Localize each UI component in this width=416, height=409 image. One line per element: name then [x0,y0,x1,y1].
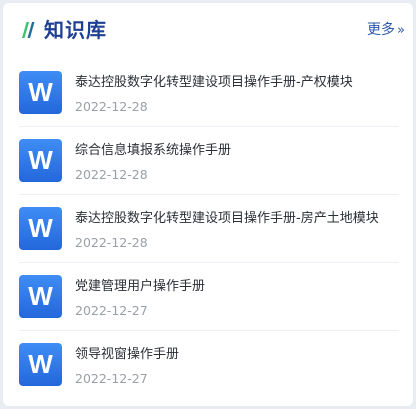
double-slash-icon [22,22,35,38]
document-date: 2022-12-27 [75,303,148,318]
list-item[interactable]: W 综合信息填报系统操作手册 2022-12-28 [3,127,413,195]
document-title[interactable]: 综合信息填报系统操作手册 [75,142,403,160]
document-date: 2022-12-28 [75,99,148,114]
document-title[interactable]: 泰达控股数字化转型建设项目操作手册-房产土地模块 [75,210,403,228]
knowledge-base-card: 知识库 更多» W 泰达控股数字化转型建设项目操作手册-产权模块 2022-12… [3,3,413,406]
card-header: 知识库 更多» [3,3,413,59]
document-title[interactable]: 领导视窗操作手册 [75,346,403,364]
word-doc-icon: W [19,275,62,318]
document-date: 2022-12-27 [75,371,148,386]
document-title[interactable]: 党建管理用户操作手册 [75,278,403,296]
document-date: 2022-12-28 [75,167,148,182]
list-item[interactable]: W 泰达控股数字化转型建设项目操作手册-产权模块 2022-12-28 [3,59,413,127]
list-item[interactable]: W 领导视窗操作手册 2022-12-27 [3,331,413,399]
word-doc-icon: W [19,207,62,250]
word-doc-icon: W [19,139,62,182]
more-label: 更多 [367,22,396,38]
document-title[interactable]: 泰达控股数字化转型建设项目操作手册-产权模块 [75,74,403,92]
document-date: 2022-12-28 [75,235,148,250]
document-list: W 泰达控股数字化转型建设项目操作手册-产权模块 2022-12-28 W 综合… [3,59,413,399]
double-chevron-right-icon: » [397,23,405,38]
word-doc-icon: W [19,343,62,386]
page-title: 知识库 [44,18,107,42]
list-item[interactable]: W 泰达控股数字化转型建设项目操作手册-房产土地模块 2022-12-28 [3,195,413,263]
list-item[interactable]: W 党建管理用户操作手册 2022-12-27 [3,263,413,331]
more-link[interactable]: 更多» [367,21,405,40]
word-doc-icon: W [19,71,62,114]
